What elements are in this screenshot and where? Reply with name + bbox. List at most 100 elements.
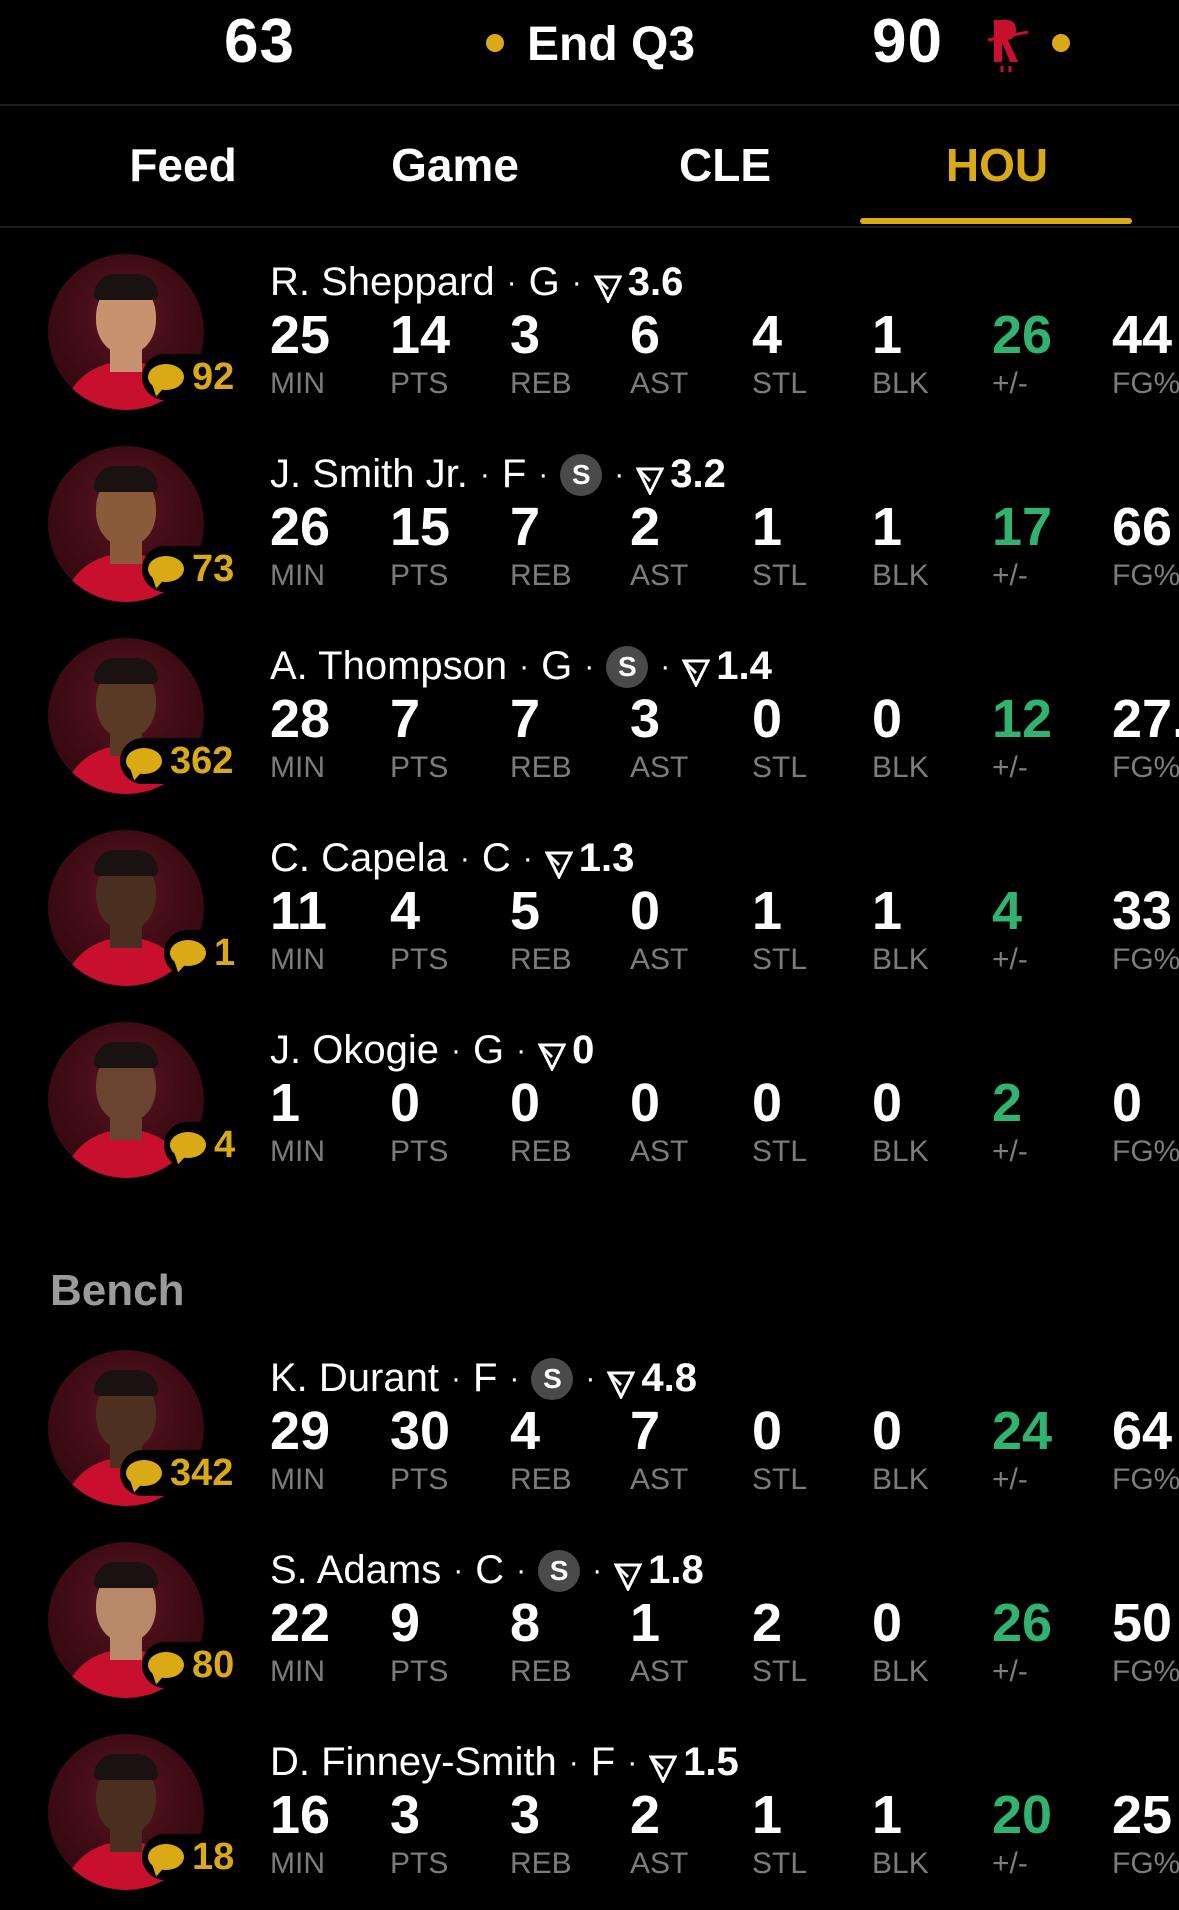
stat-min: 28 MIN [270,690,380,788]
stat-: 26 +/- [992,306,1102,404]
possession-dot [1052,34,1070,52]
stat-value: 50 [1112,1593,1173,1653]
tab-hou[interactable]: HOU [862,138,1132,192]
tab-game[interactable]: Game [320,138,590,192]
stat-label: +/- [992,943,1028,976]
player-row[interactable]: 362 A. Thompson · G · S · 1.4 28 MIN 7 PTS 7 REB 3 AST 0… [0,620,1179,812]
stat-label: STL [752,367,808,400]
avatar-hair [94,1754,158,1780]
player-row[interactable]: 1 C. Capela · C · 1.3 11 MIN 4 PTS 5 REB 0 AST 1 STL 1 BL… [0,812,1179,1004]
separator-dot: · [660,649,671,683]
stat-value: 1 [872,1785,903,1845]
stat-label: MIN [270,943,325,976]
stat-value: 0 [872,689,903,749]
stat-label: PTS [390,1463,449,1496]
player-row[interactable]: 73 J. Smith Jr. · F · S · 3.2 26 MIN 15 PTS 7 REB 2 AST… [0,428,1179,620]
stat-label: STL [752,1135,808,1168]
stat-label: REB [510,1847,572,1880]
player-name[interactable]: A. Thompson [270,644,507,689]
comment-count-badge[interactable]: 1 [164,930,244,976]
comment-count-badge[interactable]: 80 [142,1642,243,1688]
stat-label: FG% [1112,751,1179,784]
stat-stl: 1 STL [752,882,862,980]
stat-value: 7 [510,689,541,749]
tab-feed[interactable]: Feed [48,138,318,192]
comment-count: 18 [192,1835,235,1878]
stat-label: BLK [872,559,929,592]
separator-dot: · [522,841,533,875]
player-row[interactable]: 18 D. Finney-Smith · F · 1.5 16 MIN 3 PTS 3 REB 2 AST… [0,1716,1179,1908]
tab-bar: Feed Game CLE HOU [0,104,1179,228]
player-name[interactable]: R. Sheppard [270,260,495,305]
comment-count: 1 [214,931,236,974]
stat-value: 14 [390,305,451,365]
player-row[interactable]: 4 J. Okogie · G · 0 1 MIN 0 PTS 0 REB 0 AST 0 STL 0 BLK 2 +… [0,1004,1179,1196]
rockets-logo-icon [984,10,1032,74]
separator-dot: · [516,1553,527,1587]
player-name[interactable]: C. Capela [270,836,448,881]
player-name[interactable]: J. Okogie [270,1028,439,1073]
comment-count-badge[interactable]: 73 [142,546,243,592]
comment-count-badge[interactable]: 92 [142,354,243,400]
stat-value: 26 [270,497,331,557]
rating-flag-icon [606,1364,636,1400]
stat-stl: 2 STL [752,1594,862,1692]
player-position: C [481,836,511,880]
stat-value: 4 [510,1401,541,1461]
speech-bubble-icon [170,940,206,966]
stat-label: AST [630,559,689,592]
stat-value: 15 [390,497,451,557]
speech-bubble-icon [148,1844,184,1870]
stat-ast: 6 AST [630,306,740,404]
player-row[interactable]: 342 K. Durant · F · S · 4.8 29 MIN 30 PTS 4 REB 7 AST 0 S… [0,1332,1179,1524]
stat-value: 3 [510,1785,541,1845]
stat-min: 25 MIN [270,306,380,404]
stat-value: 20 [992,1785,1053,1845]
stat-label: AST [630,367,689,400]
stat-: 4 +/- [992,882,1102,980]
player-row[interactable]: 92 R. Sheppard · G · 3.6 25 MIN 14 PTS 3 REB 6 AST 4 ST… [0,236,1179,428]
player-rating: 3.6 [627,260,684,304]
stat-value: 4 [752,305,783,365]
stat-value: 0 [390,1073,421,1133]
speech-bubble-icon [126,1460,162,1486]
player-info-line: R. Sheppard · G · 3.6 [270,260,683,305]
stat-value: 1 [752,881,783,941]
stat-fg: 27.FG% [1112,690,1179,788]
comment-count-badge[interactable]: 4 [164,1122,244,1168]
stat-label: PTS [390,1135,449,1168]
player-row[interactable]: 80 S. Adams · C · S · 1.8 22 MIN 9 PTS 8 REB 1 AST 2 STL 0… [0,1524,1179,1716]
stat-value: 30 [390,1401,451,1461]
stat-value: 44 [1112,305,1173,365]
stat-value: 0 [752,1401,783,1461]
stat-label: +/- [992,1655,1028,1688]
stat-: 26 +/- [992,1594,1102,1692]
player-name[interactable]: S. Adams [270,1548,441,1593]
comment-count-badge[interactable]: 18 [142,1834,243,1880]
home-score: 90 [872,7,943,76]
stat-fg: 66 FG% [1112,498,1179,596]
player-info-line: A. Thompson · G · S · 1.4 [270,644,772,689]
separator-dot: · [627,1745,638,1779]
tab-cle[interactable]: CLE [590,138,860,192]
comment-count: 73 [192,547,235,590]
stat-value: 3 [630,689,661,749]
comment-count-badge[interactable]: 342 [120,1450,242,1496]
player-name[interactable]: D. Finney-Smith [270,1740,557,1785]
player-rating: 1.8 [648,1548,704,1592]
stat-reb: 0 REB [510,1074,620,1172]
stat-label: PTS [390,559,449,592]
stat-reb: 7 REB [510,690,620,788]
stat-label: +/- [992,1135,1028,1168]
stat-pts: 15 PTS [390,498,500,596]
separator-dot: · [450,1033,461,1067]
comment-count: 342 [170,1451,234,1494]
stat-value: 2 [630,497,661,557]
player-name[interactable]: J. Smith Jr. [270,452,468,497]
stat-stl: 1 STL [752,498,862,596]
comment-count-badge[interactable]: 362 [120,738,242,784]
stat-value: 27. [1112,689,1179,749]
stat-value: 4 [390,881,421,941]
player-name[interactable]: K. Durant [270,1356,439,1401]
s-badge: S [538,1549,581,1592]
